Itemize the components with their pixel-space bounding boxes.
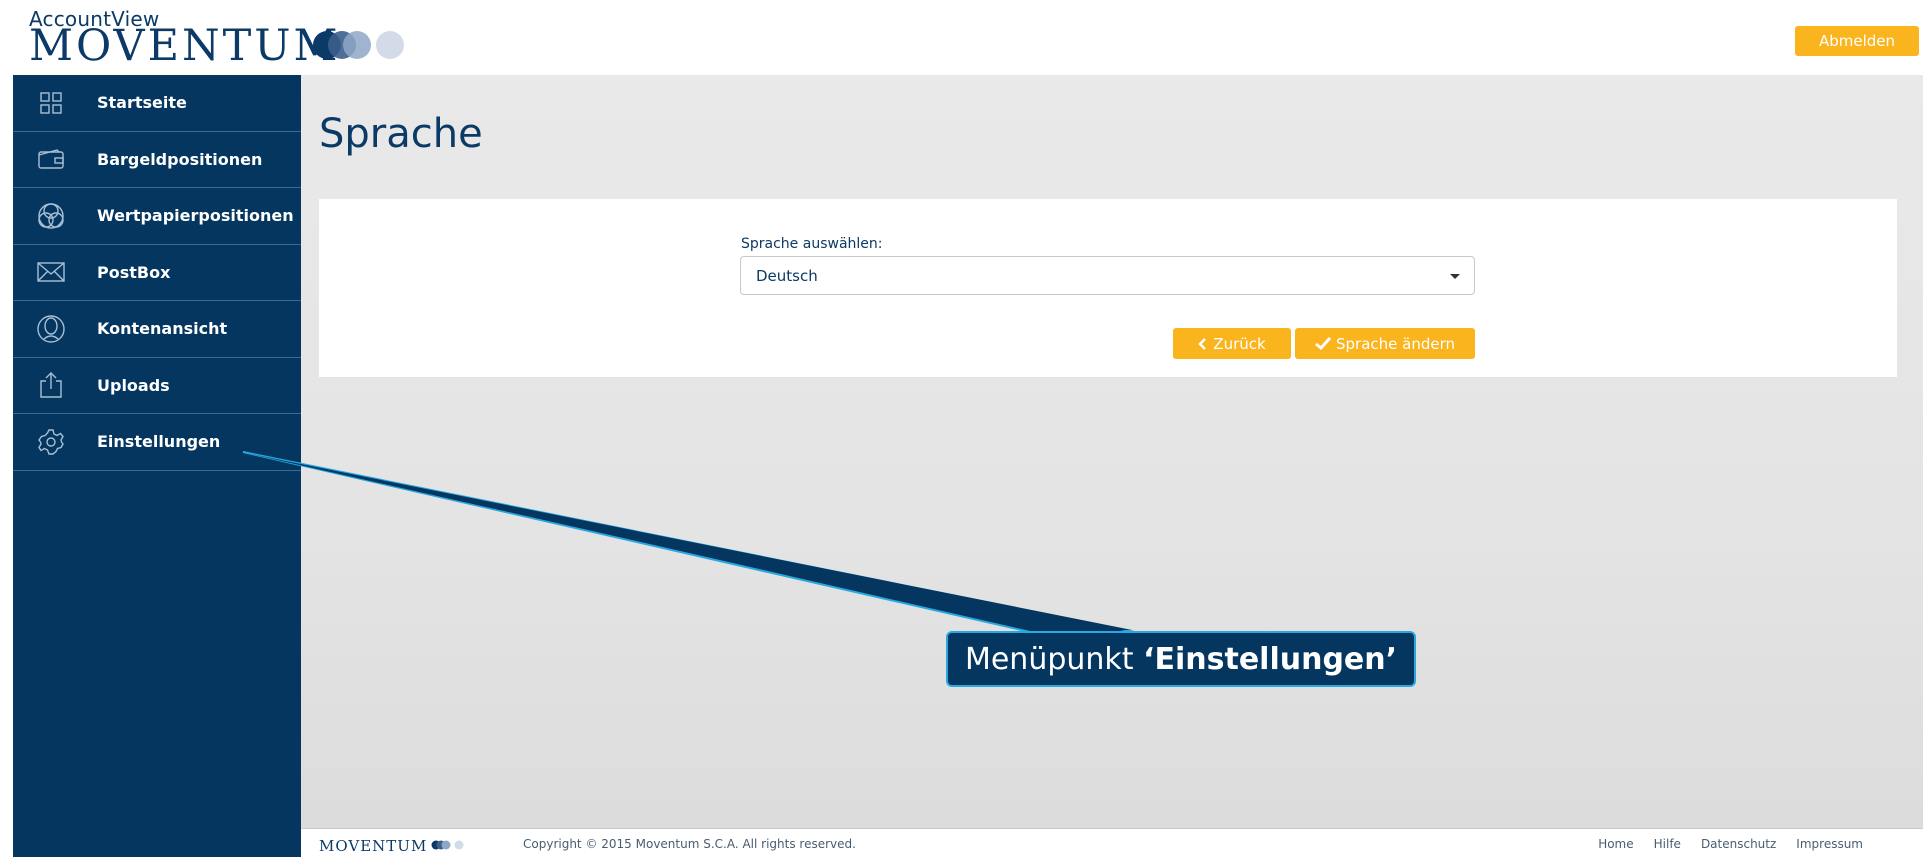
sidebar-item-bargeldpositionen[interactable]: Bargeldpositionen <box>13 132 301 188</box>
logo-dots-icon <box>313 31 404 59</box>
gear-icon <box>31 426 71 458</box>
person-circle-icon <box>31 313 71 345</box>
page-title: Sprache <box>319 111 483 157</box>
footer-logo-dots-icon <box>431 840 464 850</box>
footer-links: Home Hilfe Datenschutz Impressum <box>1598 837 1863 851</box>
grid-icon <box>31 87 71 119</box>
wallet-icon <box>31 143 71 175</box>
sidebar-item-label: Kontenansicht <box>97 319 228 339</box>
footer: MOVENTUM Copyright © 2015 Moventum S.C.A… <box>301 828 1923 857</box>
overlapping-circles-icon <box>31 200 71 232</box>
sidebar-item-label: Wertpapierpositionen <box>97 206 294 226</box>
check-icon <box>1315 337 1331 350</box>
language-select-value: Deutsch <box>756 267 818 285</box>
footer-link-datenschutz[interactable]: Datenschutz <box>1701 837 1776 851</box>
footer-link-home[interactable]: Home <box>1598 837 1633 851</box>
sidebar-item-label: Einstellungen <box>97 432 221 452</box>
logout-button[interactable]: Abmelden <box>1795 26 1919 56</box>
change-language-button[interactable]: Sprache ändern <box>1295 328 1475 359</box>
sidebar-item-einstellungen[interactable]: Einstellungen <box>13 414 301 471</box>
language-select-label: Sprache auswählen: <box>741 236 883 252</box>
copyright-text: Copyright © 2015 Moventum S.C.A. All rig… <box>523 837 856 851</box>
footer-brand-logo: MOVENTUM <box>319 837 428 855</box>
footer-link-impressum[interactable]: Impressum <box>1796 837 1863 851</box>
language-select[interactable]: Deutsch <box>740 256 1475 295</box>
sidebar-item-uploads[interactable]: Uploads <box>13 358 301 414</box>
callout-highlight: ‘Einstellungen’ <box>1143 641 1398 677</box>
sidebar-item-postbox[interactable]: PostBox <box>13 245 301 301</box>
sidebar-item-label: Uploads <box>97 375 170 395</box>
callout-prefix: Menüpunkt <box>964 641 1144 677</box>
footer-link-hilfe[interactable]: Hilfe <box>1654 837 1681 851</box>
sidebar-item-startseite[interactable]: Startseite <box>13 75 301 132</box>
language-form-card: Sprache auswählen: Deutsch Zurück Sprach… <box>319 199 1897 377</box>
sidebar-item-label: Startseite <box>97 93 187 113</box>
sidebar-item-wertpapierpositionen[interactable]: Wertpapierpositionen <box>13 188 301 245</box>
back-button-label: Zurück <box>1213 334 1266 353</box>
chevron-left-icon <box>1198 337 1207 350</box>
sidebar-item-label: PostBox <box>97 262 171 282</box>
caret-down-icon <box>1450 274 1460 279</box>
upload-icon <box>31 369 71 401</box>
change-language-button-label: Sprache ändern <box>1335 334 1455 353</box>
envelope-icon <box>31 256 71 288</box>
header: AccountView MOVENTUM Abmelden <box>0 0 1923 75</box>
sidebar: Startseite Bargeldpositionen Wertpapierp… <box>13 75 301 857</box>
callout-label: Menüpunkt ‘Einstellungen’ <box>946 631 1416 687</box>
brand-logo: MOVENTUM <box>29 21 341 71</box>
main-content: Sprache Sprache auswählen: Deutsch Zurüc… <box>301 75 1923 828</box>
back-button[interactable]: Zurück <box>1173 328 1291 359</box>
sidebar-item-label: Bargeldpositionen <box>97 149 263 169</box>
sidebar-item-kontenansicht[interactable]: Kontenansicht <box>13 301 301 358</box>
